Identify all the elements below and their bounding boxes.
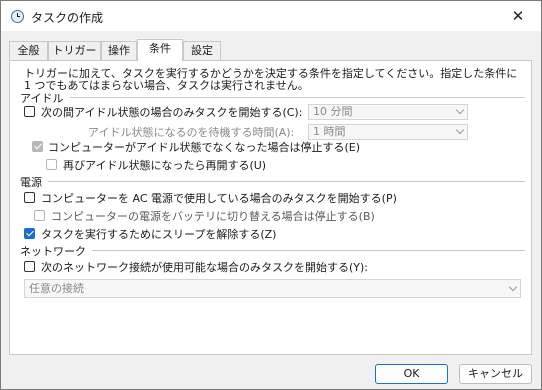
- tab-general[interactable]: 全般: [9, 41, 48, 60]
- network-only-label: 次のネットワーク接続が使用可能な場合のみタスクを開始する(Y):: [41, 261, 369, 274]
- stop-if-not-idle-checkbox[interactable]: [32, 141, 43, 152]
- ac-power-only-label: コンピューターを AC 電源で使用している場合のみタスクを開始する(P): [41, 192, 397, 205]
- tab-actions[interactable]: 操作: [101, 41, 137, 60]
- idle-divider: [70, 97, 525, 98]
- stop-if-not-idle-label: コンピューターがアイドル状態でなくなった場合は停止する(E): [48, 141, 360, 154]
- tab-conditions[interactable]: 条件: [137, 39, 183, 61]
- create-task-dialog: タスクの作成 ✕ 全般 トリガー 操作 条件 設定 トリガーに加えて、タスクを実…: [0, 0, 542, 390]
- wait-duration-value: 1 時間: [313, 125, 346, 138]
- wait-duration-select[interactable]: 1 時間: [308, 124, 468, 140]
- idle-duration-value: 10 分間: [313, 105, 353, 118]
- stop-on-battery-label: コンピューターの電源をバッテリに切り替える場合は停止する(B): [51, 210, 375, 223]
- ac-power-only-checkbox[interactable]: [24, 192, 35, 203]
- wake-to-run-checkbox[interactable]: [24, 228, 35, 239]
- restart-if-idle-label: 再びアイドル状態になったら再開する(U): [63, 159, 267, 172]
- clock-icon: [11, 10, 24, 23]
- network-only-checkbox[interactable]: [24, 261, 35, 272]
- start-only-if-idle-checkbox[interactable]: [24, 106, 35, 117]
- network-divider: [92, 250, 525, 251]
- window-title: タスクの作成: [31, 11, 104, 25]
- chevron-down-icon: [455, 125, 465, 135]
- ok-button[interactable]: OK: [375, 364, 448, 384]
- chevron-down-icon: [508, 282, 518, 292]
- idle-duration-select[interactable]: 10 分間: [308, 104, 468, 120]
- network-connection-value: 任意の接続: [29, 282, 84, 295]
- tab-triggers[interactable]: トリガー: [48, 41, 101, 60]
- stop-on-battery-checkbox[interactable]: [34, 210, 45, 221]
- wake-to-run-label: タスクを実行するためにスリープを解除する(Z): [41, 228, 277, 241]
- power-heading: 電源: [20, 176, 42, 189]
- title-bar: タスクの作成 ✕: [1, 1, 541, 31]
- network-connection-select[interactable]: 任意の接続: [24, 279, 521, 298]
- wait-idle-label: アイドル状態になるのを待機する時間(A):: [88, 126, 295, 139]
- restart-if-idle-checkbox[interactable]: [46, 159, 57, 170]
- start-only-if-idle-label: 次の間アイドル状態の場合のみタスクを開始する(C):: [41, 106, 303, 119]
- conditions-panel: トリガーに加えて、タスクを実行するかどうかを決定する条件を指定してください。指定…: [9, 60, 532, 355]
- tab-settings[interactable]: 設定: [183, 41, 221, 60]
- chevron-down-icon: [455, 105, 465, 115]
- cancel-button[interactable]: キャンセル: [459, 364, 532, 384]
- power-divider: [48, 181, 525, 182]
- conditions-description: トリガーに加えて、タスクを実行するかどうかを決定する条件を指定してください。指定…: [24, 67, 518, 92]
- close-button[interactable]: ✕: [495, 1, 541, 31]
- network-heading: ネットワーク: [20, 245, 86, 258]
